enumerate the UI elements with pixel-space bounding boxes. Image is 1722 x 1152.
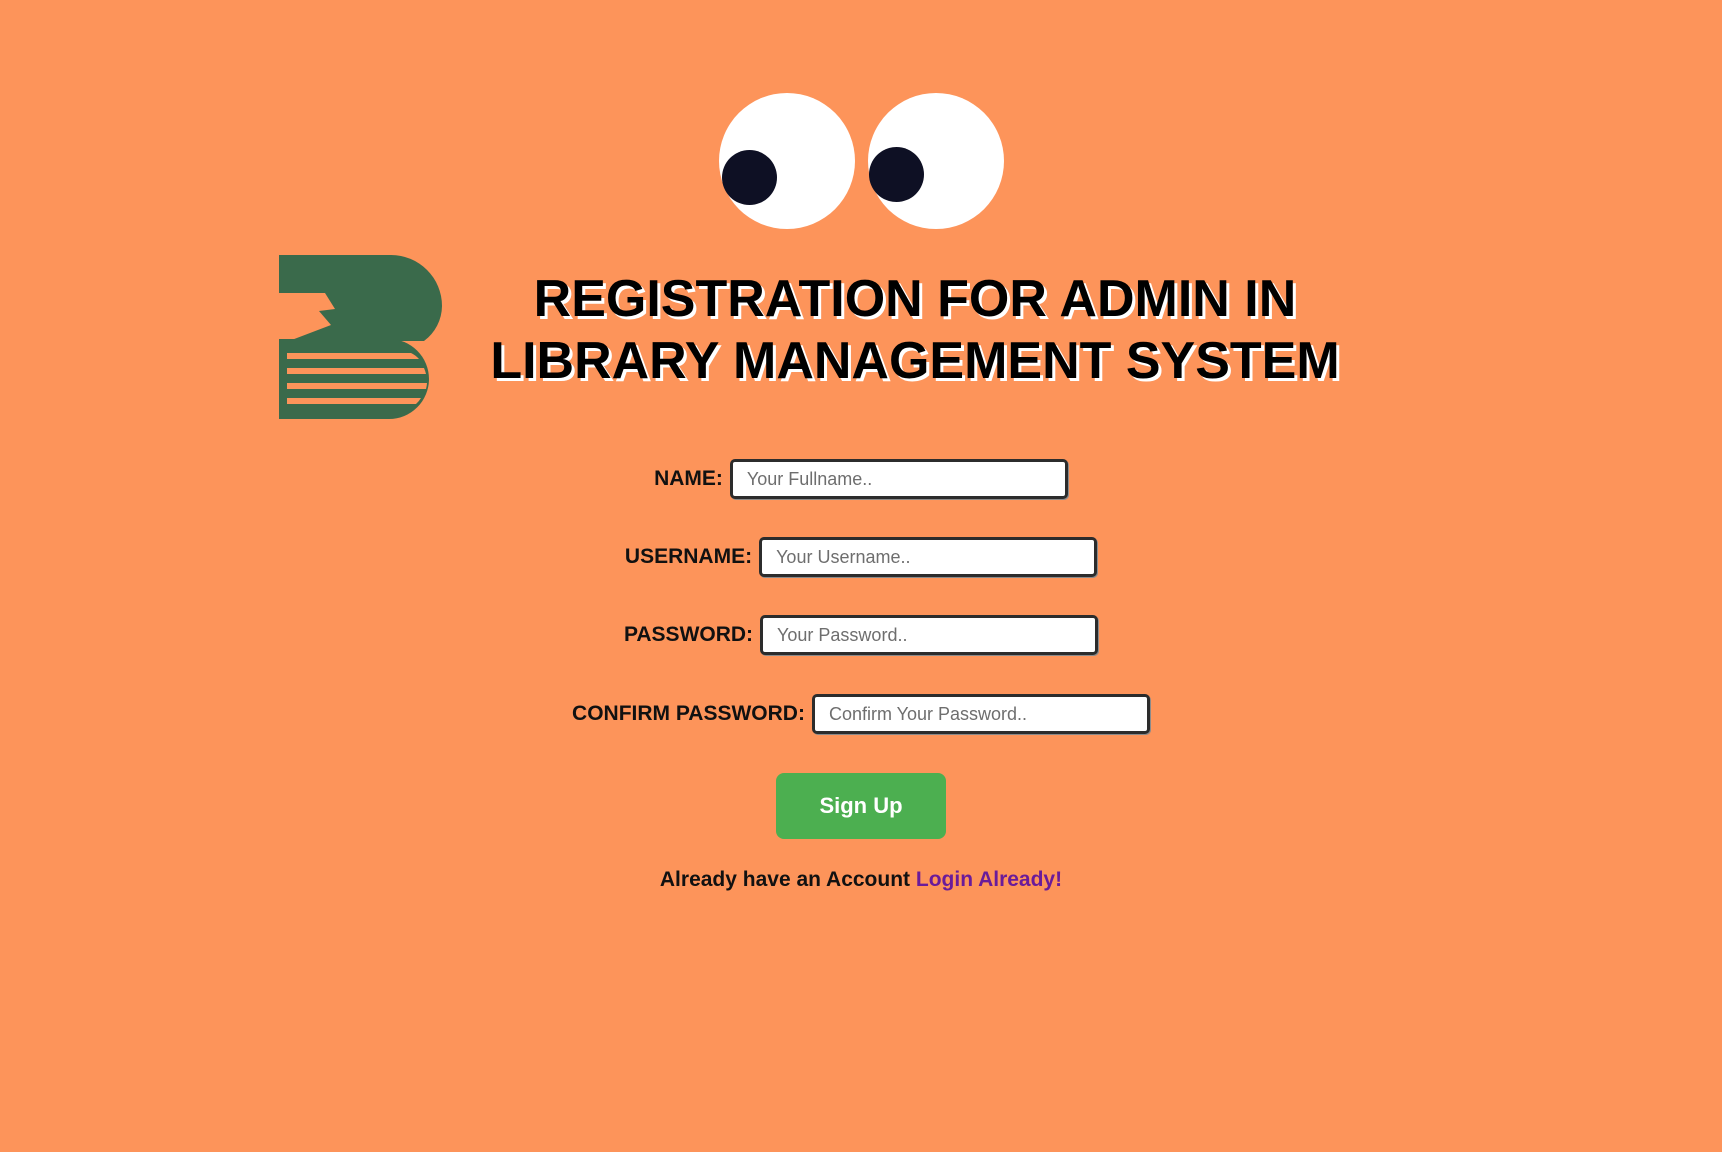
login-link[interactable]: Login Already! — [916, 868, 1062, 891]
login-prompt: Already have an Account Login Already! — [0, 868, 1722, 892]
page-title-line-1: REGISTRATION FOR ADMIN IN — [533, 270, 1297, 328]
confirm-password-row: CONFIRM PASSWORD: — [0, 694, 1722, 734]
login-prompt-text: Already have an Account — [659, 868, 911, 891]
password-row: PASSWORD: — [0, 615, 1722, 655]
name-row: NAME: — [0, 459, 1722, 499]
username-label: USERNAME: — [624, 545, 753, 568]
page-title: REGISTRATION FOR ADMIN IN LIBRARY MANAGE… — [440, 268, 1390, 392]
confirm-password-label: CONFIRM PASSWORD: — [572, 702, 805, 725]
signup-container: Sign Up — [0, 773, 1722, 839]
username-input[interactable] — [759, 537, 1098, 577]
left-eye — [719, 93, 855, 229]
left-pupil — [722, 150, 777, 205]
confirm-password-input[interactable] — [811, 694, 1150, 734]
right-eye — [868, 93, 1004, 229]
name-label: NAME: — [654, 467, 723, 490]
page-title-line-2: LIBRARY MANAGEMENT SYSTEM — [490, 332, 1340, 390]
googly-eyes-icon — [0, 0, 1722, 240]
book-logo-icon — [279, 255, 442, 419]
password-label: PASSWORD: — [623, 623, 754, 646]
registration-page: REGISTRATION FOR ADMIN IN LIBRARY MANAGE… — [0, 0, 1722, 1152]
right-pupil — [869, 147, 924, 202]
name-input[interactable] — [729, 459, 1068, 499]
password-input[interactable] — [760, 615, 1099, 655]
signup-button[interactable]: Sign Up — [776, 773, 946, 839]
username-row: USERNAME: — [0, 537, 1722, 577]
